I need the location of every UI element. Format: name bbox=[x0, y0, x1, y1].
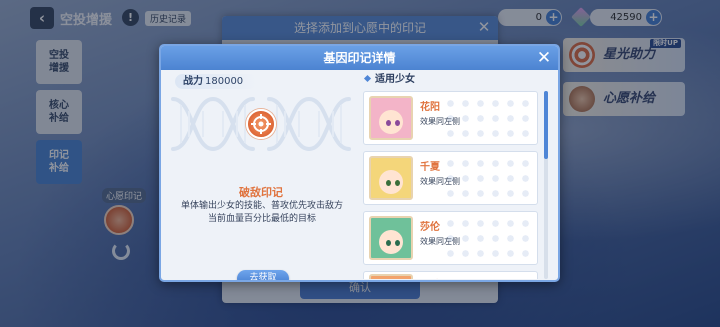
close-icon[interactable]: ✕ bbox=[535, 49, 553, 67]
list-item[interactable]: 玉璐 bbox=[363, 271, 538, 279]
mark-description: 单体输出少女的技能、普攻优先攻击敌方当前血量百分比最低的目标 bbox=[180, 201, 343, 224]
character-name: 玉璐 bbox=[420, 276, 440, 279]
avatar bbox=[369, 156, 413, 200]
character-name: 花阳 bbox=[420, 102, 440, 113]
power-badge: 战力 180000 bbox=[175, 74, 258, 89]
avatar bbox=[369, 274, 413, 279]
modal-title: 基因印记详情 bbox=[161, 46, 558, 70]
scroll-thumb[interactable] bbox=[544, 91, 548, 159]
crosshair-emblem-icon bbox=[246, 109, 276, 139]
character-effect: 效果同左侧 bbox=[420, 177, 460, 186]
character-effect: 效果同左侧 bbox=[420, 237, 460, 246]
dna-helix-decoration bbox=[171, 91, 351, 152]
list-item[interactable]: 莎伦 效果同左侧 bbox=[363, 211, 538, 265]
acquire-button[interactable]: 去获取 bbox=[237, 270, 289, 280]
character-name: 莎伦 bbox=[420, 222, 440, 233]
character-effect: 效果同左侧 bbox=[420, 117, 460, 126]
avatar bbox=[369, 216, 413, 260]
power-value: 180000 bbox=[205, 76, 244, 87]
character-name: 千夏 bbox=[420, 162, 440, 173]
list-item[interactable]: 千夏 效果同左侧 bbox=[363, 151, 538, 205]
mark-info-panel: 战力 180000 破敌印记 单体输出少女的技能、普攻优先攻击敌方当前血量百分比… bbox=[165, 74, 357, 280]
scrollbar[interactable] bbox=[544, 91, 548, 279]
gene-mark-detail-modal: 基因印记详情 ✕ 战力 180000 破敌印记 单体输出少女的技能、普攻优先攻击… bbox=[159, 44, 560, 282]
applicable-girls-panel: 适用少女 花阳 效果同左侧 千夏 效果同左侧 莎伦 效果同左侧 bbox=[361, 73, 556, 279]
mark-name: 破敌印记 bbox=[239, 186, 283, 199]
section-title: 适用少女 bbox=[365, 73, 415, 87]
power-label: 战力 bbox=[183, 76, 203, 87]
avatar bbox=[369, 96, 413, 140]
character-list[interactable]: 花阳 效果同左侧 千夏 效果同左侧 莎伦 效果同左侧 bbox=[363, 91, 540, 279]
list-item[interactable]: 花阳 效果同左侧 bbox=[363, 91, 538, 145]
